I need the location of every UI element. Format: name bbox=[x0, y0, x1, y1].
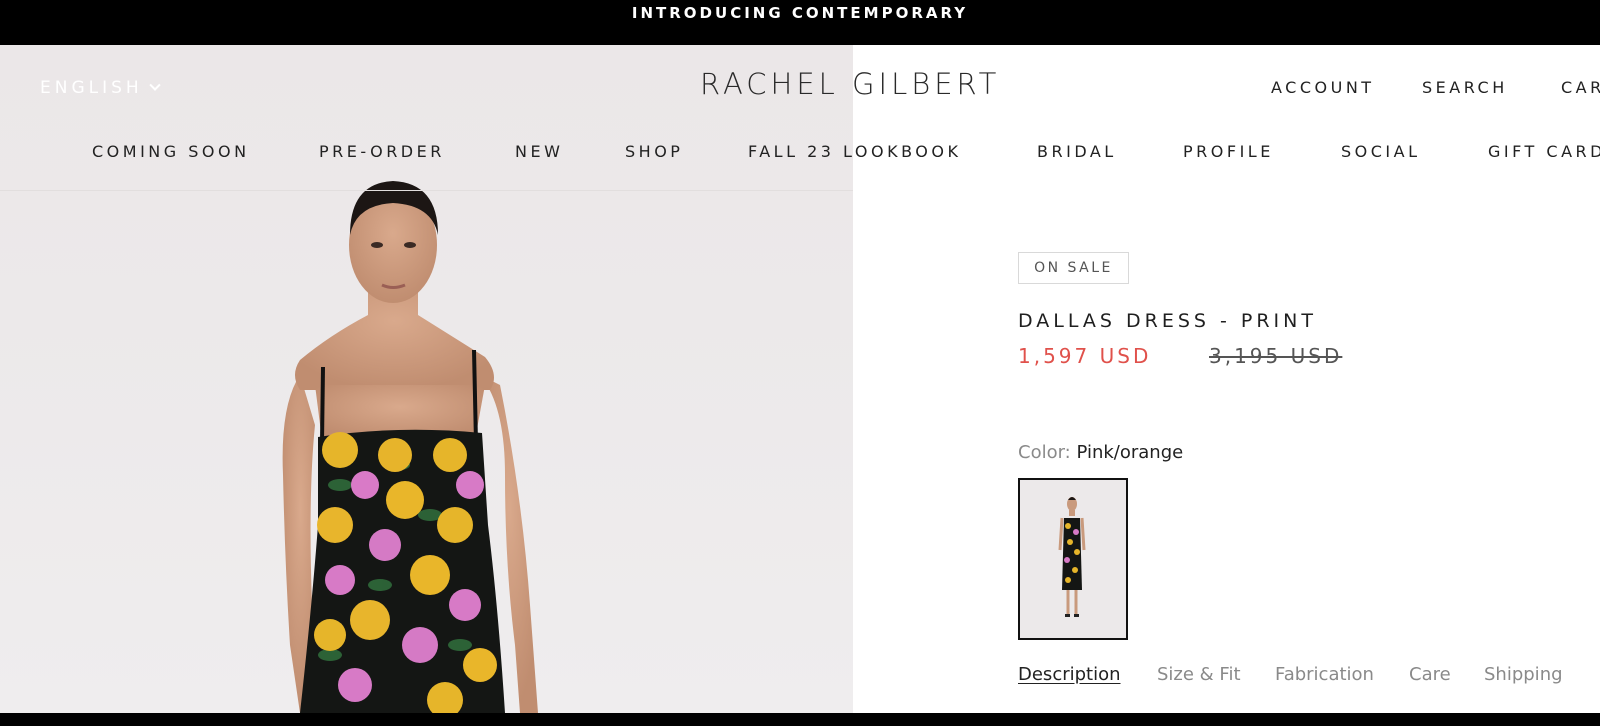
color-swatch-pink-orange[interactable] bbox=[1018, 478, 1128, 640]
color-row: Color: Pink/orange bbox=[1018, 442, 1183, 463]
bottom-bar bbox=[0, 713, 1600, 726]
brand-logo[interactable]: RACHEL GILBERT bbox=[700, 67, 1010, 101]
original-price: 3,195 USD bbox=[1209, 344, 1343, 368]
sale-price: 1,597 USD bbox=[1018, 344, 1152, 368]
chevron-down-icon bbox=[149, 79, 161, 91]
account-link[interactable]: ACCOUNT bbox=[1271, 78, 1375, 97]
nav-item-fall-lookbook[interactable]: FALL 23 LOOKBOOK bbox=[748, 142, 961, 161]
tab-shipping[interactable]: Shipping bbox=[1484, 664, 1563, 685]
color-label: Color: bbox=[1018, 442, 1071, 463]
nav-item-coming-soon[interactable]: COMING SOON bbox=[92, 142, 250, 161]
search-link[interactable]: SEARCH bbox=[1422, 78, 1508, 97]
color-value: Pink/orange bbox=[1076, 442, 1184, 463]
product-page: ENGLISH RACHEL GILBERT ACCOUNT SEARCH CA… bbox=[0, 45, 1600, 713]
tab-size-fit[interactable]: Size & Fit bbox=[1157, 664, 1241, 685]
product-title: DALLAS DRESS - PRINT bbox=[1018, 310, 1317, 332]
nav-item-profile[interactable]: PROFILE bbox=[1183, 142, 1274, 161]
tab-description[interactable]: Description bbox=[1018, 664, 1121, 685]
announcement-bar: INTRODUCING CONTEMPORARY bbox=[0, 0, 1600, 45]
tab-fabrication[interactable]: Fabrication bbox=[1275, 664, 1374, 685]
nav-item-gift-card[interactable]: GIFT CARD bbox=[1488, 142, 1600, 161]
announcement-text: INTRODUCING CONTEMPORARY bbox=[631, 4, 969, 22]
sale-badge: ON SALE bbox=[1018, 252, 1129, 284]
swatch-thumbnail bbox=[1020, 480, 1126, 638]
nav-item-social[interactable]: SOCIAL bbox=[1341, 142, 1421, 161]
tab-care[interactable]: Care bbox=[1409, 664, 1451, 685]
nav-divider bbox=[0, 190, 853, 191]
nav-item-shop[interactable]: SHOP bbox=[625, 142, 683, 161]
nav-item-pre-order[interactable]: PRE-ORDER bbox=[319, 142, 445, 161]
nav-item-new[interactable]: NEW bbox=[515, 142, 563, 161]
nav-item-bridal[interactable]: BRIDAL bbox=[1037, 142, 1117, 161]
language-label: ENGLISH bbox=[40, 78, 143, 98]
cart-link[interactable]: CART bbox=[1561, 78, 1600, 97]
language-selector[interactable]: ENGLISH bbox=[40, 78, 161, 98]
